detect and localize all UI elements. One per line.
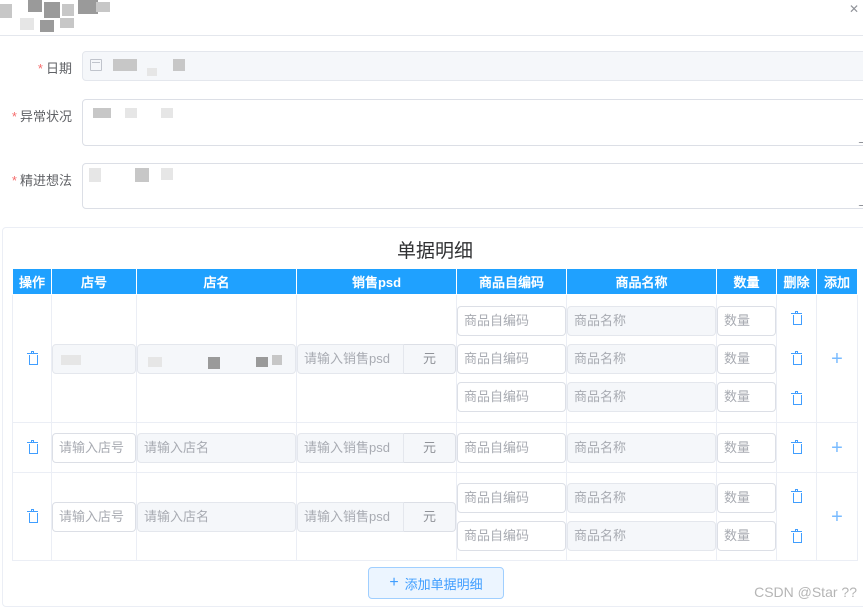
header-divider xyxy=(0,35,863,36)
item-name-input[interactable]: 商品名称 xyxy=(567,305,716,336)
qty-input[interactable]: 数量 xyxy=(717,520,776,551)
add-item-icon[interactable]: + xyxy=(831,438,843,458)
qty-input[interactable]: 数量 xyxy=(717,432,776,463)
add-item-icon[interactable]: + xyxy=(831,507,843,527)
add-detail-label: 添加单据明细 xyxy=(404,576,483,592)
qty-input[interactable]: 数量 xyxy=(717,482,776,513)
sales-input[interactable]: 请输入销售psd xyxy=(297,343,404,374)
unit-suffix: 元 xyxy=(404,501,456,532)
store-name-input[interactable]: 请输入店名 xyxy=(137,501,296,532)
sales-input[interactable]: 请输入销售psd xyxy=(297,501,404,532)
col-header-qty: 数量 xyxy=(716,268,777,295)
col-header-delete: 删除 xyxy=(776,268,817,295)
table-header-row: 操作 店号 店名 销售psd 商品自编码 商品名称 数量 删除 添加 xyxy=(12,268,858,295)
item-name-input[interactable]: 商品名称 xyxy=(567,381,716,412)
item-code-input[interactable]: 商品自编码 xyxy=(457,482,566,513)
item-code-input[interactable]: 商品自编码 xyxy=(457,520,566,551)
delete-group-icon[interactable] xyxy=(26,509,38,523)
redacted-date xyxy=(113,59,137,71)
col-header-add: 添加 xyxy=(816,268,858,295)
delete-item-icon[interactable] xyxy=(791,391,802,405)
delete-item-icon[interactable] xyxy=(791,529,802,543)
item-name-input[interactable]: 商品名称 xyxy=(567,520,716,551)
col-header-store-name: 店名 xyxy=(136,268,297,295)
issue-textarea[interactable] xyxy=(82,99,863,146)
qty-input[interactable]: 数量 xyxy=(717,343,776,374)
watermark: CSDN @Star ?? xyxy=(754,584,857,600)
sales-input[interactable]: 请输入销售psd xyxy=(297,432,404,463)
unit-suffix: 元 xyxy=(404,432,456,463)
resize-handle[interactable] xyxy=(858,199,863,206)
issue-label: * 异常状况 xyxy=(11,109,72,124)
add-detail-button[interactable]: + 添加单据明细 xyxy=(368,567,504,599)
item-code-input[interactable]: 商品自编码 xyxy=(457,305,566,336)
close-icon[interactable]: ✕ xyxy=(849,2,859,16)
add-item-icon[interactable]: + xyxy=(831,349,843,369)
item-code-input[interactable]: 商品自编码 xyxy=(457,343,566,374)
store-name-input[interactable] xyxy=(137,343,296,374)
item-name-input[interactable]: 商品名称 xyxy=(567,343,716,374)
calendar-icon xyxy=(90,59,102,71)
item-name-input[interactable]: 商品名称 xyxy=(567,482,716,513)
detail-title: 单据明细 xyxy=(396,241,473,262)
delete-item-icon[interactable] xyxy=(791,311,802,325)
col-header-sales: 销售psd xyxy=(296,268,457,295)
idea-label: * 精进想法 xyxy=(11,173,72,188)
delete-group-icon[interactable] xyxy=(26,440,38,454)
col-header-action: 操作 xyxy=(12,268,52,295)
store-name-input[interactable]: 请输入店名 xyxy=(137,432,296,463)
table-row: 请输入店号 请输入店名 请输入销售psd 元 商品自编码 商品自编码 商品名称 商品名… xyxy=(12,472,858,561)
table-row: 请输入店号 请输入店名 请输入销售psd 元 商品自编码 商品名称 数量 + xyxy=(12,422,858,473)
qty-input[interactable]: 数量 xyxy=(717,305,776,336)
pixelated-title xyxy=(0,0,112,34)
resize-handle[interactable] xyxy=(858,136,863,143)
table-row: 请输入销售psd 元 商品自编码 商品自编码 商品自编码 商品名称 商品名称 商品名称 数… xyxy=(12,294,858,423)
delete-group-icon[interactable] xyxy=(26,351,38,365)
item-code-input[interactable]: 商品自编码 xyxy=(457,381,566,412)
store-no-input[interactable]: 请输入店号 xyxy=(52,432,136,463)
col-header-store-no: 店号 xyxy=(51,268,137,295)
store-no-input[interactable] xyxy=(52,343,136,374)
delete-item-icon[interactable] xyxy=(791,440,802,454)
delete-item-icon[interactable] xyxy=(791,489,802,503)
idea-textarea[interactable] xyxy=(82,163,863,209)
delete-item-icon[interactable] xyxy=(791,351,802,365)
detail-table: 操作 店号 店名 销售psd 商品自编码 商品名称 数量 删除 添加 请输入销售… xyxy=(12,268,858,561)
date-picker[interactable] xyxy=(82,51,863,81)
date-label: * 日期 xyxy=(37,61,72,76)
plus-icon: + xyxy=(389,574,399,591)
item-code-input[interactable]: 商品自编码 xyxy=(457,432,566,463)
col-header-item-name: 商品名称 xyxy=(566,268,717,295)
item-name-input[interactable]: 商品名称 xyxy=(567,432,716,463)
col-header-item-code: 商品自编码 xyxy=(456,268,567,295)
qty-input[interactable]: 数量 xyxy=(717,381,776,412)
store-no-input[interactable]: 请输入店号 xyxy=(52,501,136,532)
unit-suffix: 元 xyxy=(404,343,456,374)
